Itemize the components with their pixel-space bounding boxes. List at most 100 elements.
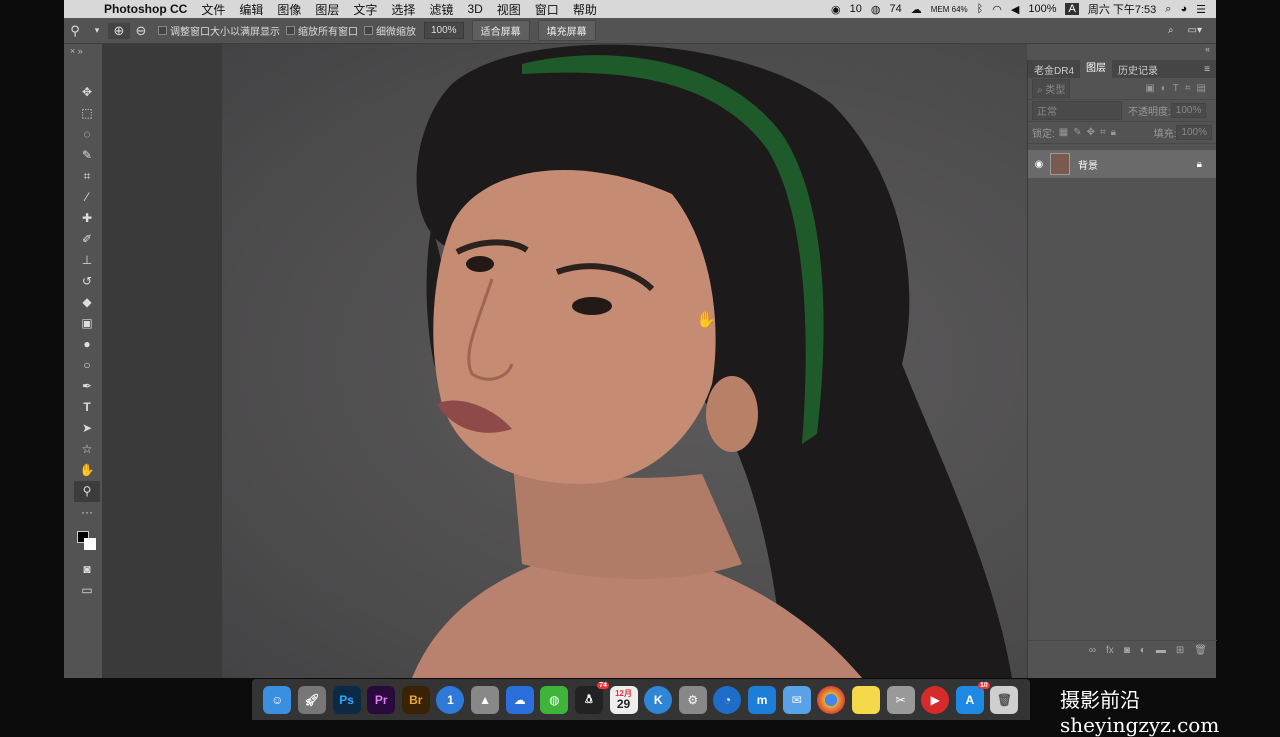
dock-app-store-icon[interactable]: A 10 [955, 681, 990, 714]
dock-launchpad-icon[interactable]: 🚀︎ [297, 685, 326, 714]
siri-icon[interactable]: ◕ [1180, 3, 1187, 15]
zoom-all-windows-checkbox[interactable]: 缩放所有窗口 [286, 23, 358, 38]
more-tools-icon[interactable]: ··· [74, 502, 100, 523]
clock[interactable]: 周六 下午7:53 [1088, 1, 1156, 17]
wifi-icon[interactable]: ◠ [992, 3, 1002, 16]
blur-tool-icon[interactable]: ● [74, 334, 100, 355]
spotlight-icon[interactable]: ⌕ [1165, 3, 1171, 16]
healing-brush-tool-icon[interactable]: ✚ [74, 208, 100, 229]
tray-count-1[interactable]: 10 [850, 3, 862, 15]
dock-edge-icon[interactable]: ◔ [713, 685, 742, 714]
dock-1password-icon[interactable]: 1 [436, 685, 465, 714]
menu-type[interactable]: 文字 [353, 1, 377, 18]
wechat-tray-icon[interactable]: ◍ [871, 3, 881, 16]
document-canvas[interactable]: ✋ [222, 44, 1027, 678]
tab-layers[interactable]: 图层 [1080, 60, 1113, 78]
fx-icon[interactable]: fx [1106, 645, 1114, 656]
delete-icon[interactable]: 🗑︎ [1194, 645, 1207, 656]
opacity-input[interactable]: 100% [1170, 103, 1207, 118]
dock-finder-icon[interactable]: ☺ [263, 685, 292, 714]
dock-calendar-icon[interactable]: 12月 29 [609, 685, 638, 714]
adjustment-icon[interactable]: ◐ [1140, 645, 1146, 656]
group-folder-icon[interactable]: ▬ [1156, 645, 1166, 656]
blend-mode-select[interactable]: 正常 [1032, 101, 1122, 120]
search-icon[interactable]: ⌕ [1168, 25, 1174, 36]
notification-center-icon[interactable]: ☰ [1196, 3, 1206, 16]
brush-tool-icon[interactable]: ✐ [74, 229, 100, 250]
pen-tool-icon[interactable]: ✒ [74, 376, 100, 397]
color-swatches-icon[interactable] [74, 523, 100, 559]
marquee-tool-icon[interactable]: ⬚ [74, 103, 100, 124]
fill-screen-button[interactable]: 填充屏幕 [537, 20, 596, 41]
menu-layer[interactable]: 图层 [315, 1, 339, 18]
lock-icons[interactable]: ▦✎✥⌗🔒︎ [1059, 127, 1121, 138]
dock-maxthon-icon[interactable]: m [748, 685, 777, 714]
volume-icon[interactable]: ◀ [1011, 3, 1019, 16]
app-menu-photoshop[interactable]: Photoshop CC [104, 2, 187, 16]
menu-3d[interactable]: 3D [467, 2, 482, 16]
dock-photoshop-icon[interactable]: Ps [332, 685, 361, 714]
menu-image[interactable]: 图像 [277, 1, 301, 18]
dock-premiere-icon[interactable]: Pr [367, 685, 396, 714]
dock-affinity-icon[interactable]: ▲ [471, 685, 500, 714]
checkbox-box[interactable] [286, 26, 295, 35]
quick-mask-icon[interactable]: ◙ [74, 559, 100, 580]
dock-system-prefs-icon[interactable]: ⚙ [678, 685, 707, 714]
type-tool-icon[interactable]: T [74, 397, 100, 418]
filter-icons[interactable]: ▣◐T⌗▤ [1145, 83, 1212, 94]
dock-utilities-icon[interactable]: ✂ [886, 685, 915, 714]
battery-text[interactable]: 100% [1028, 3, 1056, 15]
zoom-out-icon[interactable]: ⊖ [130, 23, 152, 39]
dock-infuse-icon[interactable]: ▶ [921, 685, 950, 714]
menu-view[interactable]: 视图 [497, 1, 521, 18]
dock-bridge-icon[interactable]: Br [401, 685, 430, 714]
gradient-tool-icon[interactable]: ▣ [74, 313, 100, 334]
menu-edit[interactable]: 编辑 [239, 1, 263, 18]
lock-icon[interactable]: 🔒︎ [1197, 159, 1216, 170]
workspace-icon[interactable]: ▭▾ [1188, 25, 1202, 36]
layer-filter-select[interactable]: ⌕ 类型 [1032, 79, 1071, 98]
eraser-tool-icon[interactable]: ◆ [74, 292, 100, 313]
path-select-tool-icon[interactable]: ➤ [74, 418, 100, 439]
fill-input[interactable]: 100% [1176, 125, 1212, 140]
clone-stamp-tool-icon[interactable]: ⊥ [74, 250, 100, 271]
resize-windows-checkbox[interactable]: 调整窗口大小以满屏显示 [158, 23, 280, 38]
record-icon[interactable]: ◉ [831, 3, 841, 16]
menu-file[interactable]: 文件 [201, 1, 225, 18]
tab-history[interactable]: 历史记录 [1112, 62, 1164, 77]
panel-close-icon[interactable]: × » [64, 44, 102, 58]
history-brush-tool-icon[interactable]: ↺ [74, 271, 100, 292]
tray-count-2[interactable]: 74 [890, 3, 902, 15]
visibility-eye-icon[interactable]: ◉ [1028, 159, 1050, 170]
link-icon[interactable]: ∞ [1089, 645, 1096, 656]
eyedropper-tool-icon[interactable]: ⁄ [74, 187, 100, 208]
scrubby-zoom-checkbox[interactable]: 细微缩放 [364, 23, 416, 38]
menu-filter[interactable]: 滤镜 [429, 1, 453, 18]
menu-window[interactable]: 窗口 [535, 1, 559, 18]
panel-dock-header[interactable]: « [1027, 44, 1216, 60]
dock-qq-icon[interactable]: 🐧︎ 74 [574, 681, 609, 714]
zoom-tool-icon[interactable]: ⚲ [74, 481, 100, 502]
screen-mode-icon[interactable]: ▭ [74, 580, 100, 601]
dock-wechat-icon[interactable]: ◍ [540, 685, 569, 714]
shape-tool-icon[interactable]: ☆ [74, 439, 100, 460]
bluetooth-icon[interactable]: ᛒ [977, 3, 984, 15]
zoom-100-button[interactable]: 100% [424, 22, 464, 39]
dock-kuaiya-icon[interactable]: K [644, 685, 673, 714]
move-tool-icon[interactable]: ✥ [74, 82, 100, 103]
menu-help[interactable]: 帮助 [573, 1, 597, 18]
crop-tool-icon[interactable]: ⌗ [74, 166, 100, 187]
lasso-tool-icon[interactable]: ◌ [74, 124, 100, 145]
layer-row-background[interactable]: ◉ 背景 🔒︎ [1028, 150, 1216, 178]
tab-laojin-dr4[interactable]: 老金DR4 [1028, 62, 1080, 77]
dock-baidu-netdisk-icon[interactable]: ☁ [505, 685, 534, 714]
hand-tool-icon[interactable]: ✋ [74, 460, 100, 481]
panel-menu-icon[interactable]: ≡ [1198, 64, 1216, 75]
new-layer-icon[interactable]: ⊞ [1176, 645, 1184, 656]
mask-icon[interactable]: ◙ [1124, 645, 1130, 656]
input-method[interactable]: A [1065, 3, 1079, 15]
zoom-in-icon[interactable]: ⊕ [108, 22, 130, 39]
dock-trash-icon[interactable]: 🗑︎ [990, 685, 1019, 714]
cloud-icon[interactable]: ☁ [911, 3, 922, 16]
chevron-down-icon[interactable]: ▾ [86, 25, 108, 36]
